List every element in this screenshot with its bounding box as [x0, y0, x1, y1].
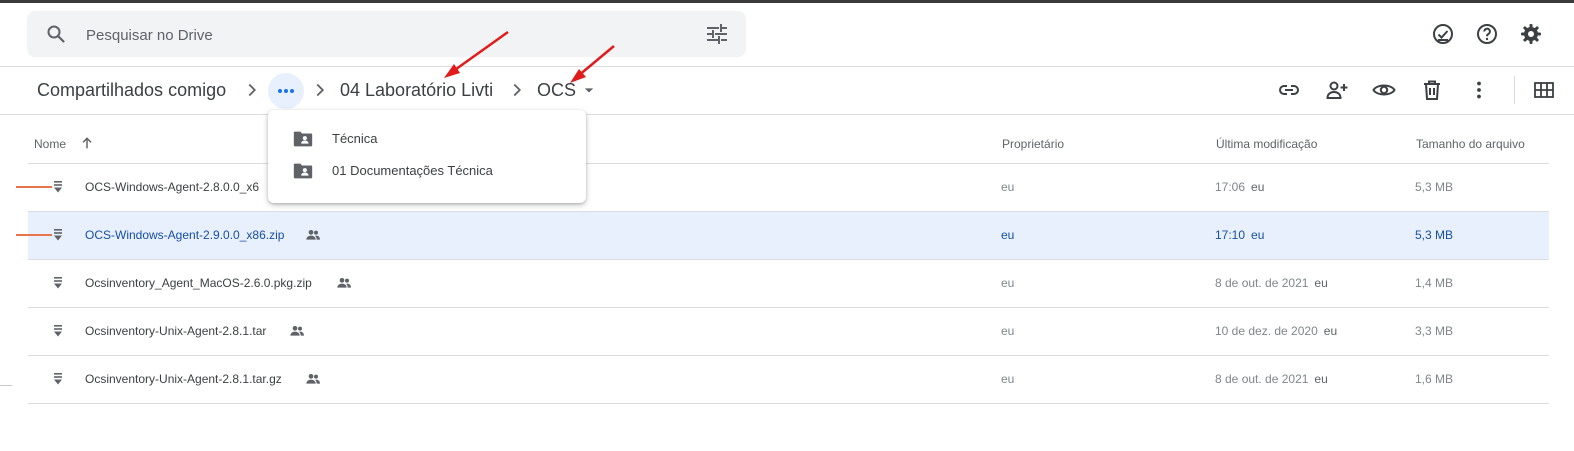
- breadcrumb-more-button[interactable]: [268, 73, 304, 109]
- modified-date: 10 de dez. de 2020: [1215, 324, 1318, 338]
- shared-folder-icon: [293, 131, 313, 147]
- file-modified: 8 de out. de 2021 eu: [1215, 372, 1328, 386]
- file-size: 5,3 MB: [1415, 228, 1454, 242]
- table-row[interactable]: OCS-Windows-Agent-2.8.0.0_x6 eu 17:06 eu …: [28, 164, 1549, 212]
- arrow-up-icon[interactable]: [79, 135, 95, 151]
- shared-folder-icon: [293, 163, 313, 179]
- offline-status-icon[interactable]: [1431, 22, 1455, 46]
- file-owner: eu: [1001, 324, 1015, 338]
- archive-file-icon: [54, 325, 62, 337]
- preview-icon[interactable]: [1372, 78, 1396, 102]
- archive-file-icon: [54, 181, 62, 193]
- modified-date: 17:10: [1215, 228, 1246, 242]
- grid-view-icon[interactable]: [1532, 78, 1556, 102]
- modified-date: 8 de out. de 2021: [1215, 276, 1309, 290]
- file-size: 1,4 MB: [1415, 276, 1454, 290]
- modified-by: eu: [1251, 180, 1265, 194]
- chevron-right-icon: [248, 83, 257, 97]
- menu-item-tecnica[interactable]: Técnica: [268, 124, 586, 154]
- edge-mark: [0, 385, 12, 386]
- shared-icon: [290, 326, 304, 336]
- table-row[interactable]: Ocsinventory_Agent_MacOS-2.6.0.pkg.zip e…: [28, 260, 1549, 308]
- file-modified: 17:06 eu: [1215, 180, 1264, 194]
- chevron-right-icon: [513, 83, 522, 97]
- file-modified: 8 de out. de 2021 eu: [1215, 276, 1328, 290]
- chevron-right-icon: [316, 83, 325, 97]
- toolbar-divider: [1514, 76, 1515, 104]
- file-name[interactable]: Ocsinventory_Agent_MacOS-2.6.0.pkg.zip: [85, 276, 312, 290]
- arrow-drop-down-icon[interactable]: [579, 80, 599, 100]
- file-size: 1,6 MB: [1415, 372, 1454, 386]
- settings-icon[interactable]: [1519, 22, 1543, 46]
- modified-date: 8 de out. de 2021: [1215, 372, 1309, 386]
- file-name[interactable]: OCS-Windows-Agent-2.9.0.0_x86.zip: [85, 228, 284, 242]
- row-annotation-marker: [16, 234, 52, 236]
- file-modified: 17:10 eu: [1215, 228, 1264, 242]
- file-size: 3,3 MB: [1415, 324, 1454, 338]
- breadcrumb-overflow-menu: Técnica 01 Documentações Técnica: [268, 110, 586, 203]
- column-header-size[interactable]: Tamanho do arquivo: [1416, 137, 1525, 151]
- file-owner: eu: [1001, 276, 1015, 290]
- file-name[interactable]: Ocsinventory-Unix-Agent-2.8.1.tar.gz: [85, 372, 282, 386]
- header-divider: [0, 66, 1574, 67]
- modified-by: eu: [1314, 276, 1328, 290]
- link-icon[interactable]: [1277, 78, 1301, 102]
- search-bar[interactable]: [27, 11, 746, 57]
- share-icon[interactable]: [1325, 78, 1349, 102]
- breadcrumb-folder-lab[interactable]: 04 Laboratório Livti: [340, 79, 493, 101]
- column-header-owner[interactable]: Proprietário: [1002, 137, 1064, 151]
- shared-icon: [306, 374, 320, 384]
- more-vert-icon[interactable]: [1467, 78, 1491, 102]
- modified-date: 17:06: [1215, 180, 1246, 194]
- shared-icon: [337, 278, 351, 288]
- help-icon[interactable]: [1475, 22, 1499, 46]
- search-options-icon[interactable]: [705, 22, 729, 46]
- menu-item-label: Técnica: [332, 131, 378, 146]
- archive-file-icon: [54, 229, 62, 241]
- modified-by: eu: [1251, 228, 1265, 242]
- modified-by: eu: [1314, 372, 1328, 386]
- file-owner: eu: [1001, 228, 1015, 242]
- file-owner: eu: [1001, 372, 1015, 386]
- breadcrumb-current-folder[interactable]: OCS: [537, 79, 576, 101]
- breadcrumb-shared-with-me[interactable]: Compartilhados comigo: [37, 79, 226, 101]
- file-name[interactable]: Ocsinventory-Unix-Agent-2.8.1.tar: [85, 324, 266, 338]
- column-header-modified[interactable]: Última modificação: [1216, 137, 1317, 151]
- toolbar-divider-line: [0, 114, 1574, 115]
- menu-item-label: 01 Documentações Técnica: [332, 163, 493, 178]
- file-modified: 10 de dez. de 2020 eu: [1215, 324, 1337, 338]
- window-top-border: [0, 0, 1574, 3]
- table-row[interactable]: Ocsinventory-Unix-Agent-2.8.1.tar.gz eu …: [28, 356, 1549, 404]
- table-row[interactable]: OCS-Windows-Agent-2.9.0.0_x86.zip eu 17:…: [28, 212, 1549, 260]
- file-name[interactable]: OCS-Windows-Agent-2.8.0.0_x6: [85, 180, 259, 194]
- column-header-name[interactable]: Nome: [34, 137, 66, 151]
- search-input[interactable]: [84, 22, 648, 48]
- table-row[interactable]: Ocsinventory-Unix-Agent-2.8.1.tar eu 10 …: [28, 308, 1549, 356]
- shared-icon: [306, 230, 320, 240]
- file-size: 5,3 MB: [1415, 180, 1454, 194]
- archive-file-icon: [54, 373, 62, 385]
- menu-item-documentacoes[interactable]: 01 Documentações Técnica: [268, 156, 586, 186]
- modified-by: eu: [1323, 324, 1338, 338]
- trash-icon[interactable]: [1420, 78, 1444, 102]
- search-icon[interactable]: [44, 22, 68, 46]
- row-annotation-marker: [16, 186, 52, 188]
- more-horiz-icon: [278, 89, 294, 93]
- archive-file-icon: [54, 277, 62, 289]
- file-owner: eu: [1001, 180, 1015, 194]
